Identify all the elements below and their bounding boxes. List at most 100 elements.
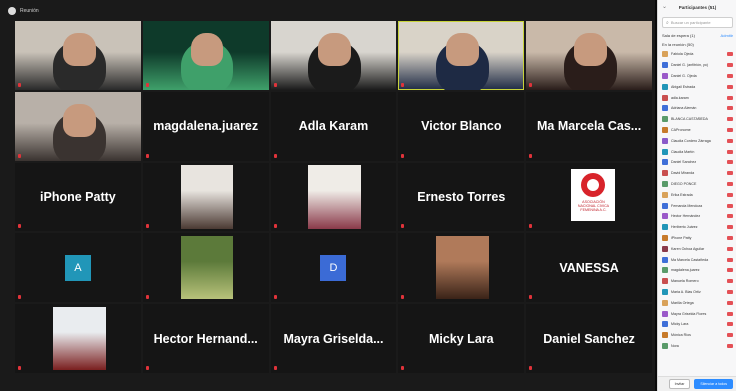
muted-mic-icon[interactable] [727,311,733,316]
muted-mic-icon[interactable] [727,117,733,122]
video-tile[interactable]: Micky Lara [398,304,525,373]
muted-mic-icon[interactable] [727,333,733,338]
participant-row[interactable]: CAPronome [662,125,733,136]
video-tile[interactable] [398,233,525,303]
participant-row[interactable]: adla.karam [662,92,733,103]
waiting-room-section[interactable]: Sala de espera (1) Admitir [658,31,736,40]
participant-row[interactable]: Daniel G. (anfitrión, yo) [662,60,733,71]
muted-mic-icon[interactable] [727,192,733,197]
search-input[interactable]: ⌕ Buscar un participante [662,17,733,28]
muted-mic-icon[interactable] [727,73,733,78]
muted-mic-icon[interactable] [727,322,733,327]
muted-mic-icon[interactable] [727,95,733,100]
video-tile[interactable]: Ma Marcela Cas... [526,91,652,161]
video-tile[interactable] [15,21,141,90]
video-tile[interactable] [526,21,652,90]
participant-row[interactable]: Maria A. Blas Ortiz [662,287,733,298]
muted-mic-icon[interactable] [727,181,733,186]
participant-row[interactable]: Fabiola Ojeda [662,49,733,60]
muted-mic-icon[interactable] [727,289,733,294]
participant-row[interactable]: Karen Ochoa Aguilar [662,243,733,254]
video-tile[interactable]: Daniel Sanchez [526,304,652,373]
muted-mic-icon [18,366,21,370]
participant-row[interactable]: Manuela Romero [662,276,733,287]
muted-mic-icon[interactable] [727,268,733,273]
mute-all-button[interactable]: Silenciar a todos [694,379,733,389]
participant-name: Mayra Griselda Flores [671,311,707,316]
participant-row[interactable]: Adriana Alemán [662,103,733,114]
video-tile[interactable] [398,21,525,90]
muted-mic-icon[interactable] [727,106,733,111]
muted-mic-icon[interactable] [727,279,733,284]
muted-mic-icon[interactable] [727,343,733,348]
participant-row[interactable]: magdalena.juarez [662,265,733,276]
muted-mic-icon[interactable] [727,171,733,176]
participant-row[interactable]: Mayra Griselda Flores [662,308,733,319]
muted-mic-icon[interactable] [727,225,733,230]
video-tile[interactable]: Victor Blanco [398,91,525,161]
participant-row[interactable]: Claudia Cordero Zárraga [662,135,733,146]
video-tile[interactable]: VANESSA [526,233,652,303]
participant-row[interactable]: BLANCA CASTAÑEDA [662,114,733,125]
participant-row[interactable]: Mónica Ríos [662,330,733,341]
video-tile[interactable]: ASOCIACIÓN NACIONAL CIVICA FEMENINA A.C. [526,162,652,232]
admit-button[interactable]: Admitir [721,33,733,38]
participant-row[interactable]: iPhone Patty [662,233,733,244]
video-tile[interactable] [142,233,269,303]
video-tile[interactable]: Ernesto Torres [398,162,525,232]
video-tile[interactable]: magdalena.juarez [142,91,269,161]
participant-row[interactable]: Erika Estrada [662,189,733,200]
chevron-down-icon[interactable]: ⌄ [662,3,667,10]
muted-mic-icon[interactable] [727,160,733,165]
video-tile[interactable]: iPhone Patty [15,162,141,232]
muted-mic-icon[interactable] [727,84,733,89]
participant-row[interactable]: Ma Marcela Castañeda [662,254,733,265]
participant-row[interactable]: Fernanda Mendoza [662,200,733,211]
invite-button[interactable]: Invitar [668,379,691,389]
muted-mic-icon[interactable] [727,214,733,219]
avatar [662,224,668,231]
video-tile[interactable] [142,162,269,232]
video-tile[interactable]: D [270,233,397,303]
muted-mic-icon [529,153,533,158]
participant-row[interactable]: Micky Lara [662,319,733,330]
muted-mic-icon[interactable] [727,149,733,154]
shield-icon[interactable] [8,7,16,15]
avatar [662,62,668,69]
muted-mic-icon[interactable] [727,300,733,305]
video-tile[interactable] [142,21,269,90]
participant-row[interactable]: Heriberto Juárez [662,222,733,233]
muted-mic-icon[interactable] [727,235,733,240]
in-meeting-section[interactable]: En la reunión (50) [658,40,736,49]
participant-row[interactable]: Nora [662,341,733,352]
video-tile[interactable]: A [15,233,141,303]
video-tile[interactable] [15,304,141,373]
muted-mic-icon[interactable] [727,246,733,251]
participant-row[interactable]: Daniel Sanchez [662,157,733,168]
participant-row[interactable]: Marilia Ortega [662,297,733,308]
video-tile[interactable] [270,21,397,90]
muted-mic-icon[interactable] [727,52,733,57]
video-tile[interactable]: Mayra Griselda... [270,304,397,373]
meeting-topbar: Reunión [8,5,39,17]
search-placeholder: Buscar un participante [670,20,711,25]
participant-row[interactable]: Hector Hernández [662,211,733,222]
muted-mic-icon[interactable] [727,127,733,132]
participant-row[interactable]: Claudia Martín [662,146,733,157]
participant-name: Adriana Alemán [671,106,697,111]
video-tile[interactable] [15,91,141,161]
participant-name: Manuela Romero [671,279,699,284]
participant-name: Fabiola Ojeda [671,52,694,57]
participant-row[interactable]: David Miranda [662,168,733,179]
muted-mic-icon[interactable] [727,138,733,143]
muted-mic-icon [145,153,149,158]
muted-mic-icon[interactable] [727,203,733,208]
participant-row[interactable]: Abigail Estrada [662,81,733,92]
participant-row[interactable]: DIEGO PONCE [662,179,733,190]
muted-mic-icon[interactable] [727,257,733,262]
video-tile[interactable] [270,162,397,232]
video-tile[interactable]: Hector Hernand... [142,304,269,373]
participant-row[interactable]: Daniel G. Ojeda [662,71,733,82]
video-tile[interactable]: Adla Karam [270,91,397,161]
muted-mic-icon[interactable] [727,63,733,68]
